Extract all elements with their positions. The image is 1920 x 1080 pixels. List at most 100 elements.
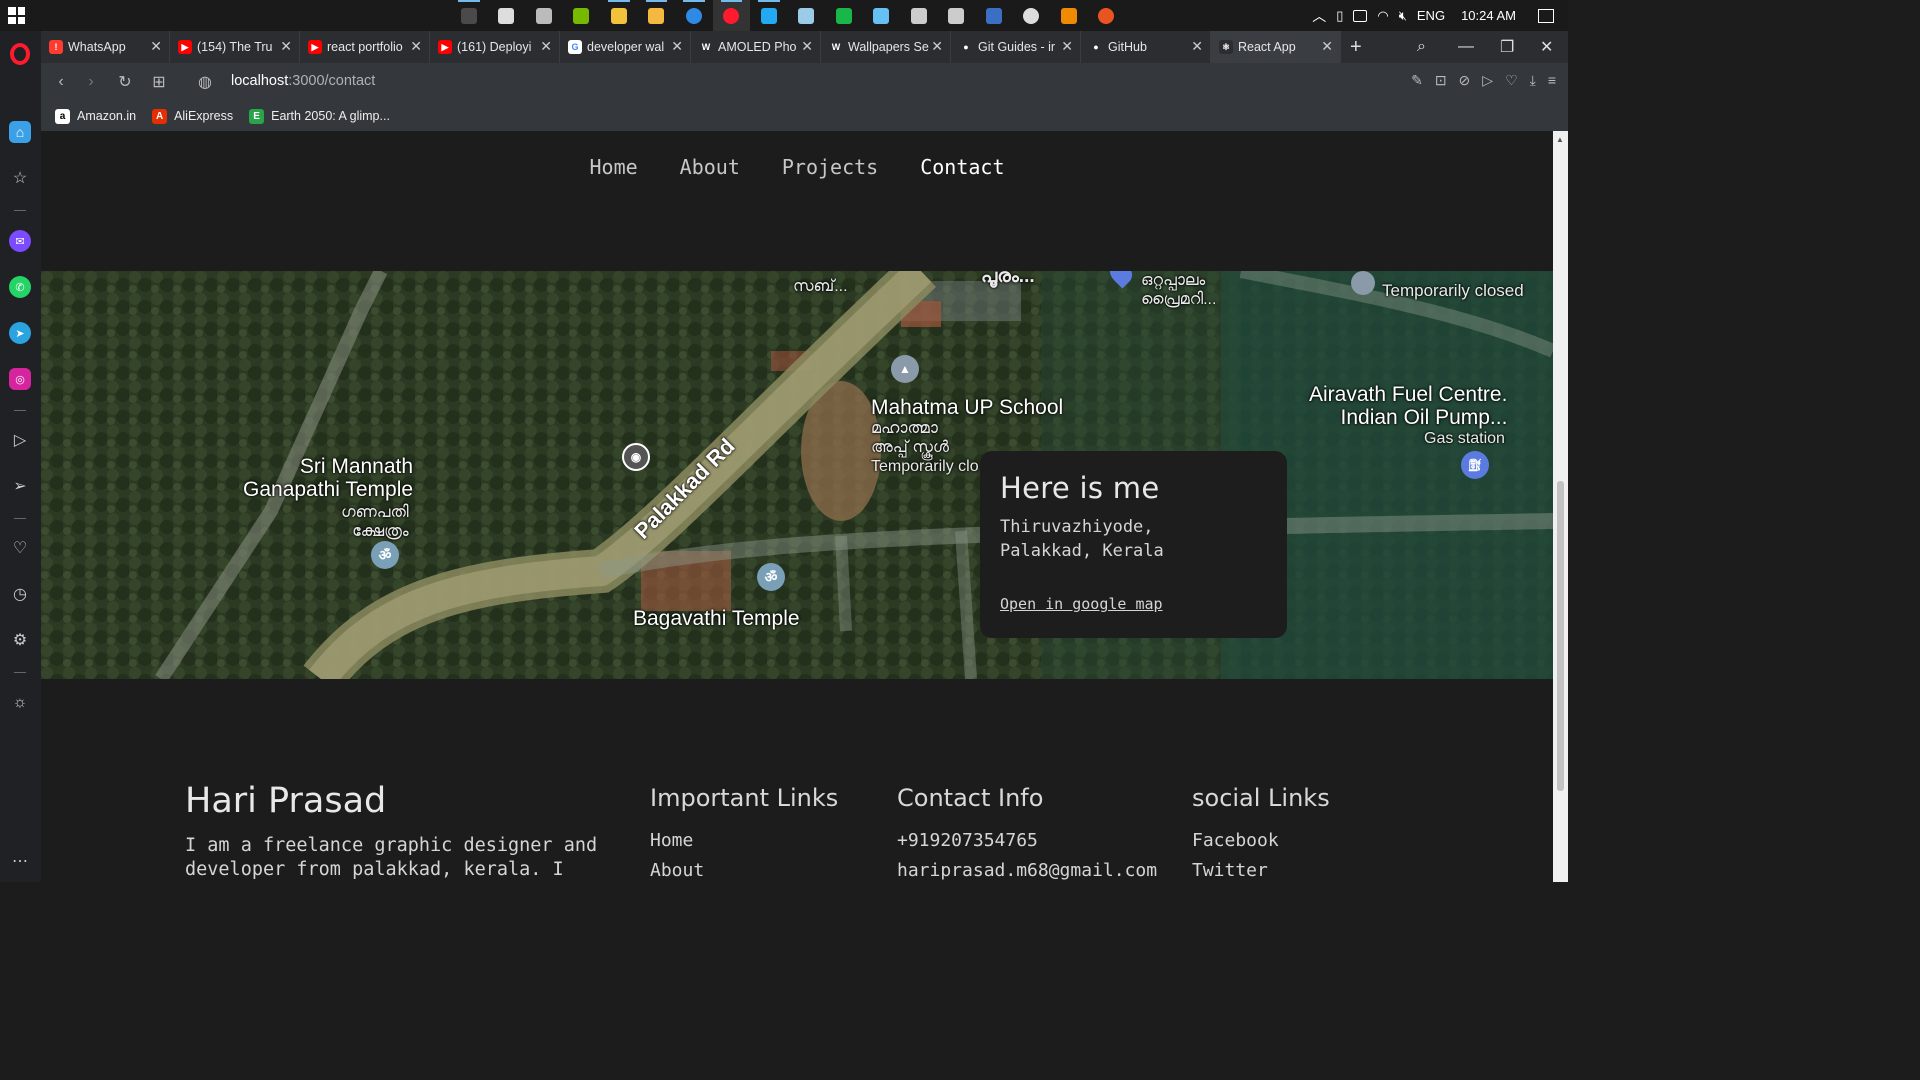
terminal-icon[interactable]	[488, 0, 526, 31]
device-icon[interactable]: ▯	[1336, 8, 1343, 24]
google-map[interactable]: Palakkad Rd ◉ Sri Mannath Ganapathi Temp…	[41, 271, 1553, 679]
reload-icon[interactable]: ↻	[115, 72, 135, 92]
college-pin-icon[interactable]	[1351, 271, 1375, 295]
tab-close-icon[interactable]: ✕	[1321, 39, 1333, 53]
search-tabs-icon[interactable]: ⌕	[1417, 31, 1426, 63]
camera-icon[interactable]: ⊡	[1435, 72, 1447, 89]
heart-icon[interactable]: ♡	[1505, 72, 1518, 89]
tab-close-icon[interactable]: ✕	[540, 39, 552, 53]
open-google-map-link[interactable]: Open in google map	[1000, 595, 1163, 613]
powershell-icon[interactable]	[975, 0, 1013, 31]
footer-link-twitter[interactable]: Twitter	[1192, 856, 1330, 882]
footer-link-home[interactable]: Home	[650, 826, 838, 856]
scroll-up-icon[interactable]: ▲	[1556, 135, 1564, 144]
telegram-icon[interactable]: ➤	[9, 322, 31, 344]
browser-tab[interactable]: ● GitHub ✕	[1081, 31, 1211, 63]
firefox-icon[interactable]	[675, 0, 713, 31]
url-field[interactable]: localhost:3000/contact	[231, 73, 375, 89]
edit-icon[interactable]: ✎	[1411, 72, 1423, 89]
tab-close-icon[interactable]: ✕	[801, 39, 813, 53]
maximize-button[interactable]: ❐	[1500, 31, 1514, 63]
gas-station-pin-icon[interactable]: ⛽︎	[1461, 451, 1489, 479]
volume-icon[interactable]: 🔇︎	[1399, 8, 1407, 24]
language-indicator[interactable]: ENG	[1417, 8, 1445, 23]
browser-tab[interactable]: ▶ (161) Deployi ✕	[430, 31, 560, 63]
instagram-icon[interactable]: ◎	[9, 368, 31, 390]
new-tab-button[interactable]: +	[1350, 31, 1362, 63]
chevron-up-icon[interactable]: ︿	[1312, 6, 1326, 26]
footer-email[interactable]: hariprasad.m68@gmail.com	[897, 856, 1157, 882]
wifi-icon[interactable]: ◠	[1377, 8, 1388, 24]
nav-link-home[interactable]: Home	[589, 155, 637, 271]
bagavathi-pin-icon[interactable]: ॐ	[757, 563, 785, 591]
browser-tab[interactable]: ▶ (154) The Tru ✕	[170, 31, 300, 63]
settings-icon[interactable]: ⚙	[9, 629, 31, 651]
folder-icon[interactable]	[638, 0, 676, 31]
tab-close-icon[interactable]: ✕	[410, 39, 422, 53]
shield-icon[interactable]: ⊘	[1459, 72, 1471, 89]
tab-close-icon[interactable]: ✕	[931, 39, 943, 53]
more-icon[interactable]: ⋯	[9, 850, 31, 872]
notification-icon[interactable]	[1538, 8, 1554, 23]
opera-logo-icon[interactable]	[10, 43, 30, 65]
home-icon[interactable]: ⌂	[9, 121, 31, 143]
console-icon[interactable]	[525, 0, 563, 31]
green-app-icon[interactable]	[825, 0, 863, 31]
nvidia-icon[interactable]	[563, 0, 601, 31]
messenger-icon[interactable]: ✉	[9, 230, 31, 252]
tab-close-icon[interactable]: ✕	[280, 39, 292, 53]
send-icon[interactable]: ➢	[9, 475, 31, 497]
browser-tab[interactable]: W AMOLED Pho ✕	[691, 31, 821, 63]
star-icon[interactable]: ☆	[9, 167, 31, 189]
history-icon[interactable]: ◷	[9, 583, 31, 605]
page-scrollbar[interactable]: ▲	[1553, 131, 1568, 882]
temple-pin-icon[interactable]: ॐ	[371, 541, 399, 569]
back-icon[interactable]: ‹	[51, 72, 71, 92]
vscode-icon[interactable]	[750, 0, 788, 31]
lightbulb-icon[interactable]: ☼	[9, 692, 31, 714]
browser-tab[interactable]: ● Git Guides - ir ✕	[951, 31, 1081, 63]
bookmark-item[interactable]: A AliExpress	[152, 108, 233, 124]
school-pin-icon[interactable]: ▲	[891, 355, 919, 383]
download-icon[interactable]: ⤓	[1530, 72, 1536, 89]
bookmark-item[interactable]: a Amazon.in	[55, 108, 136, 124]
whatsapp-icon[interactable]: ✆	[9, 276, 31, 298]
nav-link-about[interactable]: About	[680, 155, 740, 271]
obs-icon[interactable]	[1013, 0, 1051, 31]
close-window-button[interactable]: ✕	[1540, 31, 1553, 63]
browser-tab[interactable]: ⚛ React App ✕	[1211, 31, 1341, 63]
bookmark-item[interactable]: E Earth 2050: A glimp...	[249, 108, 390, 124]
nav-link-contact[interactable]: Contact	[920, 155, 1004, 271]
windows-start-icon[interactable]	[8, 7, 25, 24]
player-icon[interactable]: ▷	[9, 429, 31, 451]
browser-tab[interactable]: Gdeveloper wal ✕	[560, 31, 691, 63]
minimize-button[interactable]: —	[1458, 31, 1474, 63]
nav-link-projects[interactable]: Projects	[782, 155, 878, 271]
tab-close-icon[interactable]: ✕	[671, 39, 683, 53]
browser-tab[interactable]: W Wallpapers Se ✕	[821, 31, 951, 63]
easy-setup-icon[interactable]: ≡	[1548, 72, 1556, 89]
tab-close-icon[interactable]: ✕	[1191, 39, 1203, 53]
tab-grid-icon[interactable]: ⊞	[149, 72, 169, 92]
image-viewer-icon[interactable]	[788, 0, 826, 31]
vlc-icon[interactable]	[1050, 0, 1088, 31]
steam-icon[interactable]	[863, 0, 901, 31]
file-explorer-icon[interactable]	[600, 0, 638, 31]
window-app-2-icon[interactable]	[938, 0, 976, 31]
footer-phone[interactable]: +919207354765	[897, 826, 1157, 856]
heart-icon[interactable]: ♡	[9, 537, 31, 559]
window-app-icon[interactable]	[900, 0, 938, 31]
wireshark-icon[interactable]	[450, 0, 488, 31]
browser-tab[interactable]: ▶ react portfolio ✕	[300, 31, 430, 63]
browser-tab[interactable]: ! WhatsApp ✕	[41, 31, 170, 63]
location-pin-icon[interactable]: ◉	[622, 443, 650, 471]
scroll-thumb[interactable]	[1557, 481, 1564, 791]
forward-icon[interactable]: ›	[81, 72, 101, 92]
tab-close-icon[interactable]: ✕	[1061, 39, 1073, 53]
flow-icon[interactable]: ▷	[1482, 72, 1493, 89]
ubuntu-icon[interactable]	[1088, 0, 1126, 31]
tab-close-icon[interactable]: ✕	[150, 39, 162, 53]
clock[interactable]: 10:24 AM	[1461, 8, 1516, 23]
battery-icon[interactable]	[1353, 9, 1368, 22]
footer-link-facebook[interactable]: Facebook	[1192, 826, 1330, 856]
